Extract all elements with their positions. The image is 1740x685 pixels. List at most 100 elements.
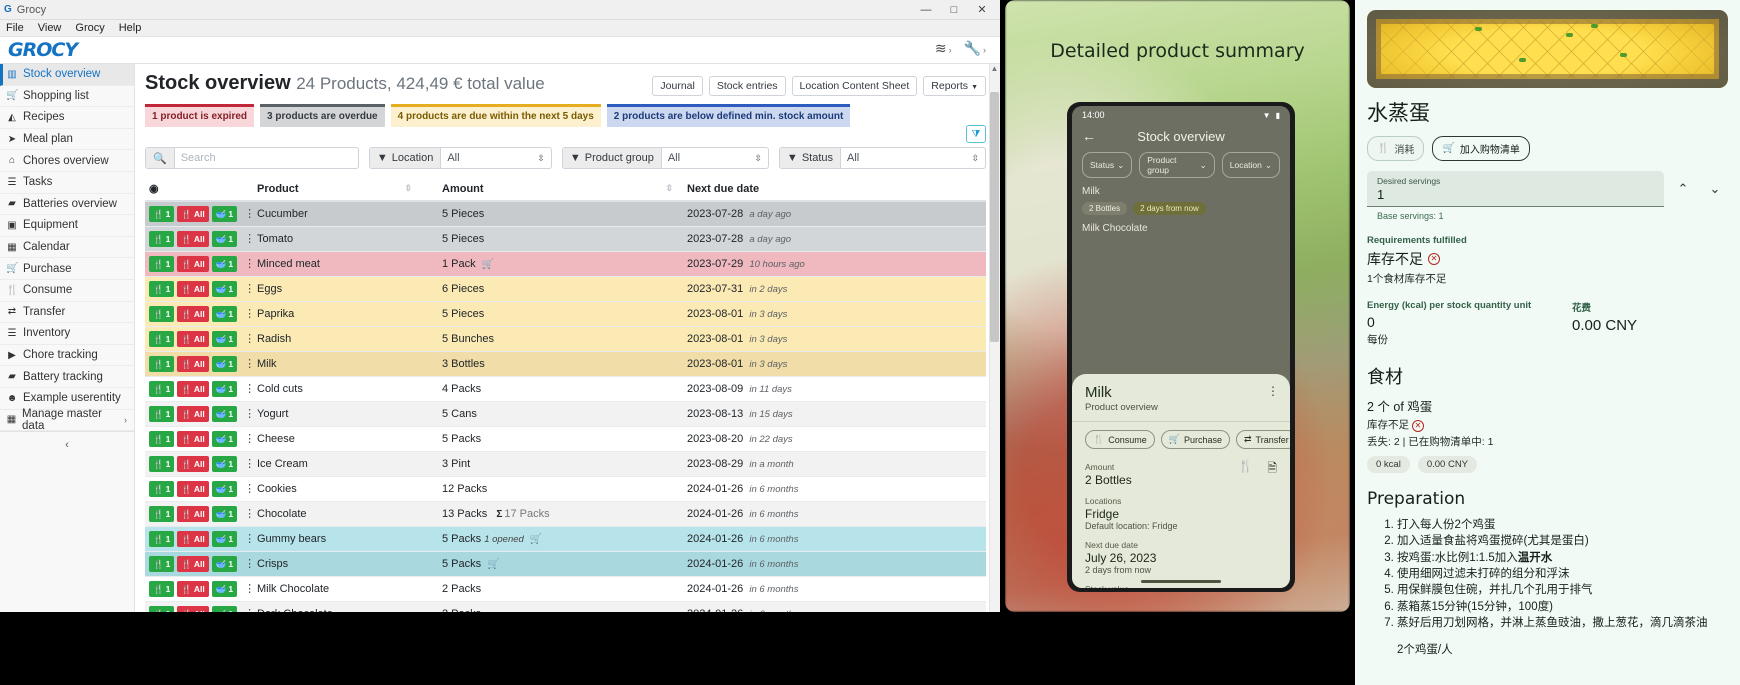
consume-all-button[interactable]: 🍴All <box>177 506 209 522</box>
phone-chip-product-group[interactable]: Product group ⌄ <box>1139 152 1215 178</box>
consume-all-button[interactable]: 🍴All <box>177 256 209 272</box>
sidebar-item-meal-plan[interactable]: ➤ Meal plan <box>0 129 134 151</box>
sidebar-item-tasks[interactable]: ☰ Tasks <box>0 172 134 194</box>
sidebar-item-chores-overview[interactable]: ⌂ Chores overview <box>0 150 134 172</box>
location-content-sheet-button[interactable]: Location Content Sheet <box>791 76 918 96</box>
sidebar-item-batteries-overview[interactable]: ▰ Batteries overview <box>0 194 134 216</box>
location-filter-select[interactable]: All ⇳ <box>441 148 551 168</box>
content-scrollbar[interactable]: ▲ <box>989 64 1000 613</box>
scroll-up-arrow-icon[interactable]: ▲ <box>989 64 1000 73</box>
table-row[interactable]: 🍴 1 🍴 All 🥣 1 ⋮ Cucumber 5 Pieces 2023-07-28 a da… <box>145 201 986 227</box>
consume-one-button[interactable]: 🍴1 <box>149 456 175 472</box>
search-input[interactable]: Search <box>175 148 358 168</box>
table-row[interactable]: 🍴 1 🍴 All 🥣 1 ⋮ Milk 3 Bottles 2023-08-01 in 3 da… <box>145 351 986 377</box>
arrow-left-icon[interactable]: ← <box>1082 128 1096 144</box>
consume-all-button[interactable]: 🍴All <box>177 531 209 547</box>
table-row[interactable]: 🍴 1 🍴 All 🥣 1 ⋮ Cheese 5 Packs 2023-08-20 in 22 d… <box>145 426 986 452</box>
phone-chip-location[interactable]: Location ⌄ <box>1221 152 1280 178</box>
consume-one-button[interactable]: 🍴1 <box>149 356 175 372</box>
consume-all-button[interactable]: 🍴All <box>177 581 209 597</box>
open-button[interactable]: 🥣1 <box>211 506 238 522</box>
wrench-icon[interactable]: 🔧 › <box>964 40 986 57</box>
scrollbar-thumb[interactable] <box>990 92 999 342</box>
sidebar-item-consume[interactable]: 🍴 Consume <box>0 280 134 302</box>
settings-sliders-icon[interactable]: ≋ › <box>935 40 952 57</box>
consume-all-button[interactable]: 🍴All <box>177 456 209 472</box>
table-row[interactable]: 🍴 1 🍴 All 🥣 1 ⋮ Minced meat 1 Pack 🛒 2023-07-29 1… <box>145 251 986 277</box>
consume-one-button[interactable]: 🍴1 <box>149 306 175 322</box>
consume-one-button[interactable]: 🍴1 <box>149 281 175 297</box>
table-row[interactable]: 🍴 1 🍴 All 🥣 1 ⋮ Crisps 5 Packs 🛒 2024-01-26 in 6 … <box>145 551 986 577</box>
status-badge-overdue[interactable]: 3 products are overdue <box>260 104 385 127</box>
consume-one-button[interactable]: 🍴1 <box>149 406 175 422</box>
product-group-filter-select[interactable]: All ⇳ <box>662 148 768 168</box>
open-button[interactable]: 🥣1 <box>211 556 238 572</box>
servings-increase-button[interactable]: ⌃ <box>1670 181 1696 197</box>
consume-all-button[interactable]: 🍴All <box>177 406 209 422</box>
cutlery-icon[interactable]: 🍴 <box>1238 459 1253 480</box>
sidebar-collapse-button[interactable]: ‹ <box>0 431 134 457</box>
column-header-amount[interactable]: Amount ⇳ <box>438 177 683 202</box>
open-button[interactable]: 🥣1 <box>211 481 238 497</box>
consume-one-button[interactable]: 🍴1 <box>149 531 175 547</box>
sidebar-item-manage-master-data[interactable]: ▦ Manage master data › <box>0 408 134 432</box>
sidebar-item-purchase[interactable]: 🛒 Purchase <box>0 258 134 280</box>
consume-one-button[interactable]: 🍴1 <box>149 331 175 347</box>
phone-list-item-name[interactable]: Milk <box>1082 186 1280 197</box>
column-header-product[interactable]: Product ⇳ <box>253 177 438 202</box>
recipe-add-to-shopping-list-button[interactable]: 🛒 加入购物清单 <box>1432 136 1530 161</box>
open-button[interactable]: 🥣1 <box>211 256 238 272</box>
sheet-transfer-button[interactable]: ⇄ Transfer <box>1236 430 1290 449</box>
sidebar-item-stock-overview[interactable]: ▥ Stock overview <box>0 64 134 86</box>
open-button[interactable]: 🥣1 <box>211 356 238 372</box>
sidebar-item-equipment[interactable]: ▣ Equipment <box>0 215 134 237</box>
clear-filters-icon[interactable]: ⧩ <box>966 125 986 143</box>
stock-entries-button[interactable]: Stock entries <box>708 76 786 96</box>
open-button[interactable]: 🥣1 <box>211 231 238 247</box>
consume-one-button[interactable]: 🍴1 <box>149 381 175 397</box>
sheet-purchase-button[interactable]: 🛒 Purchase <box>1160 430 1230 449</box>
table-row[interactable]: 🍴 1 🍴 All 🥣 1 ⋮ Cold cuts 4 Packs 2023-08-09 in 1… <box>145 376 986 402</box>
sidebar-item-inventory[interactable]: ☰ Inventory <box>0 323 134 345</box>
menu-view[interactable]: View <box>38 22 62 34</box>
journal-button[interactable]: Journal <box>652 76 703 96</box>
open-button[interactable]: 🥣1 <box>211 306 238 322</box>
sidebar-item-calendar[interactable]: ▦ Calendar <box>0 237 134 259</box>
consume-one-button[interactable]: 🍴1 <box>149 506 175 522</box>
table-row[interactable]: 🍴 1 🍴 All 🥣 1 ⋮ Tomato 5 Pieces 2023-07-28 a day … <box>145 226 986 252</box>
eye-icon[interactable]: ◉ <box>149 183 159 195</box>
open-button[interactable]: 🥣1 <box>211 431 238 447</box>
phone-chip-status[interactable]: Status ⌄ <box>1082 152 1133 178</box>
open-button[interactable]: 🥣1 <box>211 581 238 597</box>
sidebar-item-shopping-list[interactable]: 🛒 Shopping list <box>0 86 134 108</box>
menu-grocy[interactable]: Grocy <box>75 22 104 34</box>
consume-all-button[interactable]: 🍴All <box>177 381 209 397</box>
consume-all-button[interactable]: 🍴All <box>177 231 209 247</box>
consume-all-button[interactable]: 🍴All <box>177 556 209 572</box>
column-header-next-due-date[interactable]: Next due date <box>683 177 986 202</box>
consume-all-button[interactable]: 🍴All <box>177 306 209 322</box>
table-row[interactable]: 🍴 1 🍴 All 🥣 1 ⋮ Chocolate 13 Packs Σ 17 Packs 2024… <box>145 501 986 527</box>
open-button[interactable]: 🥣1 <box>211 531 238 547</box>
consume-all-button[interactable]: 🍴All <box>177 431 209 447</box>
menu-help[interactable]: Help <box>119 22 142 34</box>
sidebar-item-example-userentity[interactable]: ☻ Example userentity <box>0 388 134 410</box>
consume-one-button[interactable]: 🍴1 <box>149 481 175 497</box>
status-filter-select[interactable]: All ⇳ <box>841 148 985 168</box>
status-badge-due-soon[interactable]: 4 products are due within the next 5 day… <box>390 104 601 127</box>
sidebar-item-transfer[interactable]: ⇄ Transfer <box>0 302 134 324</box>
table-row[interactable]: 🍴 1 🍴 All 🥣 1 ⋮ Radish 5 Bunches 2023-08-01 in 3 … <box>145 326 986 352</box>
desired-servings-field[interactable]: Desired servings 1 <box>1367 171 1664 207</box>
menu-file[interactable]: File <box>6 22 24 34</box>
consume-one-button[interactable]: 🍴1 <box>149 556 175 572</box>
table-row[interactable]: 🍴 1 🍴 All 🥣 1 ⋮ Cookies 12 Packs 2024-01-26 in 6 … <box>145 476 986 502</box>
status-badge-below-min-stock[interactable]: 2 products are below defined min. stock … <box>606 104 851 127</box>
consume-all-button[interactable]: 🍴All <box>177 356 209 372</box>
consume-one-button[interactable]: 🍴1 <box>149 581 175 597</box>
phone-list-item-name[interactable]: Milk Chocolate <box>1082 223 1280 234</box>
open-button[interactable]: 🥣1 <box>211 406 238 422</box>
recipe-consume-button[interactable]: 🍴 消耗 <box>1367 136 1425 161</box>
open-button[interactable]: 🥣1 <box>211 381 238 397</box>
more-vertical-icon[interactable]: ⋮ <box>1267 384 1279 398</box>
table-row[interactable]: 🍴 1 🍴 All 🥣 1 ⋮ Milk Chocolate 2 Packs 2024-01-26… <box>145 576 986 602</box>
